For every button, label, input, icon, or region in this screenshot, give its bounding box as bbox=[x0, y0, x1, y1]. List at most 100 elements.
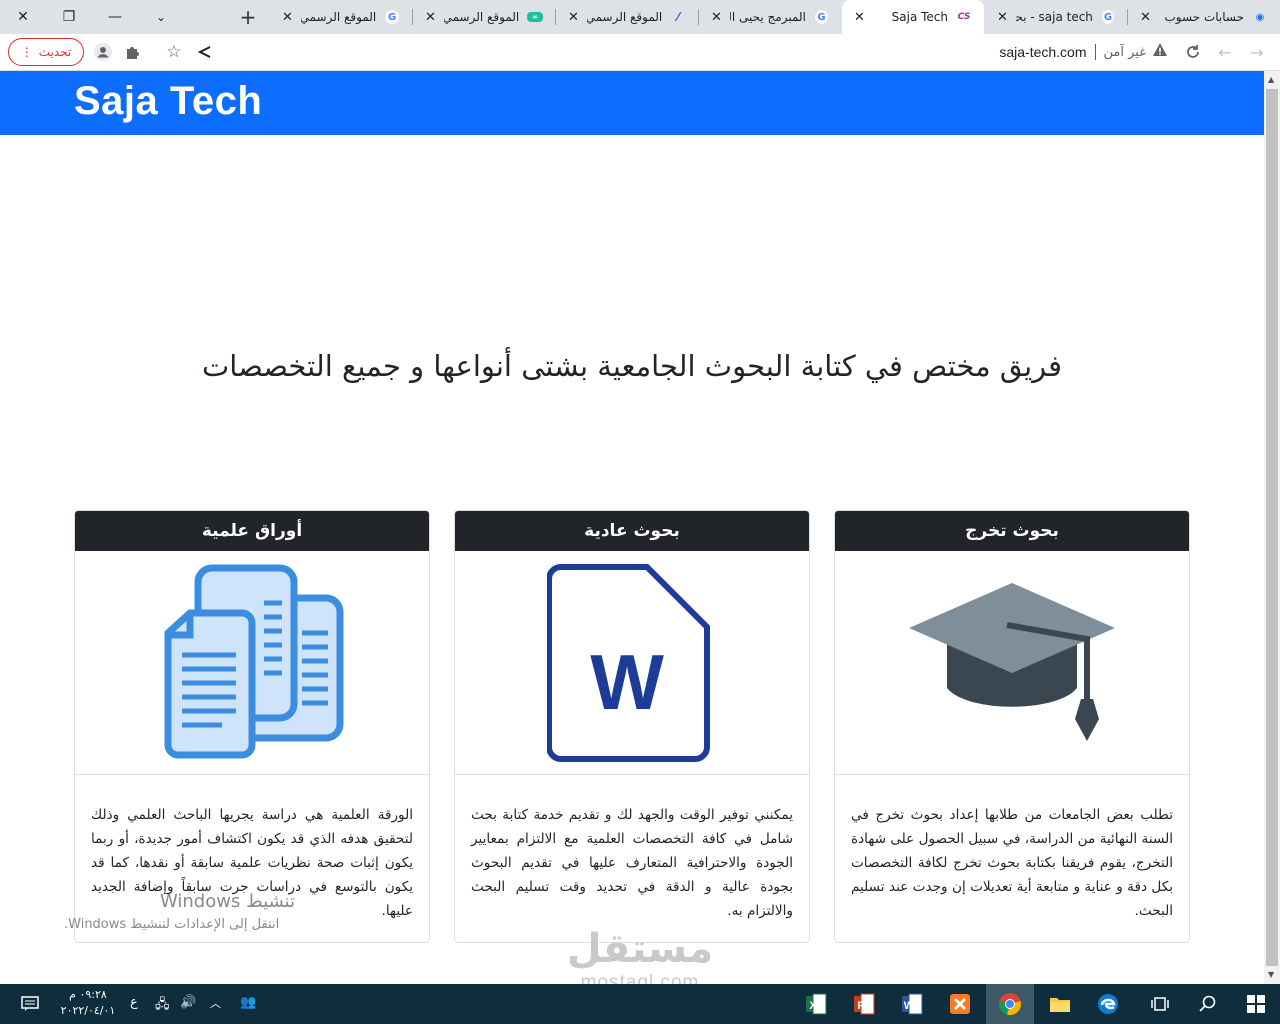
card-graduation-research: بحوث تخرج تطلب بعض الجامعات من طلابها إع… bbox=[834, 510, 1190, 943]
tab-saja-tech[interactable]: CS Saja Tech ✕ bbox=[842, 0, 984, 34]
tray-chevron-icon[interactable]: ︿ bbox=[210, 995, 221, 1011]
volume-icon[interactable]: 🔊 bbox=[180, 995, 196, 1010]
minimize-window-button[interactable]: — bbox=[92, 0, 138, 34]
browser-toolbar: تحديث ⋮ ☆ غير آمن saja-tech.com ← → bbox=[0, 34, 1280, 71]
card-text: يمكنني توفير الوقت والجهد لك و تقديم خدم… bbox=[471, 807, 793, 919]
clock-time: ٠٩:٢٨ م bbox=[69, 988, 107, 1001]
task-view-icon[interactable] bbox=[1138, 984, 1182, 1024]
scrollbar-thumb[interactable] bbox=[1266, 89, 1278, 966]
site-icon: ∞ bbox=[527, 12, 543, 22]
tab-official-site-1[interactable]: ⁄ الموقع الرسمي ✕ bbox=[556, 0, 698, 34]
tab-separator bbox=[555, 9, 556, 25]
card-regular-research: بحوث عادية W يمكنني توفير الوقت والجهد ل… bbox=[454, 510, 810, 943]
update-button[interactable]: تحديث ⋮ bbox=[8, 38, 84, 66]
page-scrollbar[interactable]: ▲ ▼ bbox=[1264, 71, 1280, 984]
close-window-button[interactable]: ✕ bbox=[0, 0, 46, 34]
google-icon: G bbox=[384, 9, 400, 25]
graduation-cap-icon bbox=[909, 582, 1115, 741]
edge-icon[interactable] bbox=[1086, 984, 1130, 1024]
google-icon: G bbox=[1100, 9, 1115, 25]
page-viewport: Saja Tech فريق مختص في كتابة البحوث الجا… bbox=[0, 71, 1264, 984]
card-title: بحوث تخرج bbox=[835, 511, 1189, 551]
card-scientific-papers: أوراق علمية الورقة العلمية هي دراسة يجري… bbox=[74, 510, 430, 943]
address-bar[interactable]: غير آمن saja-tech.com bbox=[212, 37, 1172, 67]
search-icon[interactable] bbox=[1186, 984, 1230, 1024]
close-tab-icon[interactable]: ✕ bbox=[711, 10, 730, 25]
file-explorer-icon[interactable] bbox=[1038, 984, 1082, 1024]
card-image bbox=[75, 551, 429, 775]
warning-icon[interactable] bbox=[1152, 42, 1168, 62]
card-text: تطلب بعض الجامعات من طلابها إعداد بحوث ت… bbox=[851, 807, 1173, 919]
tab-separator bbox=[1127, 9, 1128, 25]
navbar: Saja Tech bbox=[0, 71, 1264, 135]
tab-title: الموقع الرسمي bbox=[586, 10, 663, 24]
update-label: تحديث bbox=[38, 45, 72, 59]
bookmark-star-icon[interactable]: ☆ bbox=[161, 39, 187, 65]
reload-icon[interactable] bbox=[1180, 39, 1206, 65]
tab-google-search[interactable]: G saja tech - بحث ✕ bbox=[985, 0, 1127, 34]
hero-heading: فريق مختص في كتابة البحوث الجامعية بشتى … bbox=[201, 349, 1063, 383]
url-text[interactable]: saja-tech.com bbox=[999, 44, 1086, 60]
close-tab-icon[interactable]: ✕ bbox=[282, 10, 301, 25]
svg-text:W: W bbox=[904, 1000, 915, 1012]
activation-title: تنشيط Windows bbox=[160, 891, 296, 912]
hsoub-icon: ◉ bbox=[1255, 11, 1265, 23]
tab-programmer[interactable]: G المبرمج يحيى الـ ✕ bbox=[699, 0, 841, 34]
tab-hsoub[interactable]: ◉ حسابات حسوب ✕ bbox=[1128, 0, 1280, 34]
card-image: W bbox=[455, 551, 809, 775]
scroll-down-icon[interactable]: ▼ bbox=[1268, 970, 1274, 979]
documents-icon bbox=[164, 564, 344, 758]
chrome-icon[interactable] bbox=[986, 984, 1034, 1024]
scroll-up-icon[interactable]: ▲ bbox=[1268, 75, 1274, 84]
tab-title: الموقع الرسمي bbox=[300, 10, 377, 24]
windows-start-icon[interactable] bbox=[1234, 984, 1278, 1024]
svg-text:P: P bbox=[857, 1000, 864, 1012]
tab-separator bbox=[698, 9, 699, 25]
divider bbox=[1094, 44, 1096, 60]
tab-official-site-3[interactable]: G الموقع الرسمي ✕ bbox=[270, 0, 412, 34]
windows-taskbar: ٠٩:٢٨ م ٢٠٢٢/٠٤/٠١ ع 🖧 🔊 ︿ 👥 X P W bbox=[0, 984, 1280, 1024]
new-tab-button[interactable]: + bbox=[236, 5, 260, 29]
extensions-icon[interactable] bbox=[120, 39, 146, 65]
powerpoint-icon[interactable]: P bbox=[842, 984, 886, 1024]
mostaql-watermark: مستقل mostaql.com bbox=[560, 926, 720, 984]
tab-title: حسابات حسوب bbox=[1164, 10, 1244, 24]
clock-date: ٢٠٢٢/٠٤/٠١ bbox=[60, 1004, 116, 1017]
profile-icon[interactable] bbox=[90, 39, 116, 65]
notifications-icon[interactable] bbox=[10, 984, 50, 1024]
tab-search-button[interactable]: ⌄ bbox=[138, 0, 184, 34]
wordpress-icon: ⁄ bbox=[677, 10, 680, 24]
xampp-icon[interactable] bbox=[938, 984, 982, 1024]
restore-window-button[interactable]: ❐ bbox=[46, 0, 92, 34]
forward-arrow-icon[interactable]: ← bbox=[1212, 39, 1238, 65]
google-icon: G bbox=[813, 9, 829, 25]
svg-text:X: X bbox=[809, 1000, 817, 1012]
close-tab-icon[interactable]: ✕ bbox=[568, 10, 587, 25]
back-arrow-icon[interactable]: → bbox=[1244, 39, 1270, 65]
close-tab-icon[interactable]: ✕ bbox=[1140, 10, 1159, 25]
people-icon[interactable]: 👥 bbox=[240, 995, 256, 1010]
word-icon[interactable]: W bbox=[890, 984, 934, 1024]
tab-title: المبرمج يحيى الـ bbox=[729, 10, 806, 24]
css-icon: CS bbox=[957, 12, 971, 22]
close-tab-icon[interactable]: ✕ bbox=[425, 10, 444, 25]
card-title: بحوث عادية bbox=[455, 511, 809, 551]
more-menu-icon: ⋮ bbox=[20, 45, 33, 59]
tab-strip: ✕ ❐ — ⌄ + ◉ حسابات حسوب ✕ G saja tech - … bbox=[0, 0, 1280, 34]
tab-separator bbox=[412, 9, 413, 25]
tab-title: saja tech - بحث bbox=[1015, 10, 1093, 24]
tab-title: الموقع الرسمي bbox=[443, 10, 520, 24]
network-icon[interactable]: 🖧 bbox=[155, 995, 170, 1017]
excel-icon[interactable]: X bbox=[794, 984, 838, 1024]
security-label[interactable]: غير آمن bbox=[1104, 45, 1147, 60]
clock[interactable]: ٠٩:٢٨ م ٢٠٢٢/٠٤/٠١ bbox=[52, 987, 124, 1019]
input-language[interactable]: ع bbox=[130, 995, 138, 1010]
tab-official-site-2[interactable]: ∞ الموقع الرسمي ✕ bbox=[413, 0, 555, 34]
card-title: أوراق علمية bbox=[75, 511, 429, 551]
svg-text:W: W bbox=[590, 638, 664, 726]
close-tab-icon[interactable]: ✕ bbox=[854, 10, 873, 25]
brand-logo[interactable]: Saja Tech bbox=[74, 79, 262, 124]
watermark-arabic: مستقل bbox=[566, 926, 714, 972]
close-tab-icon[interactable]: ✕ bbox=[997, 10, 1016, 25]
activation-subtitle: انتقل إلى الإعدادات لتنشيط Windows. bbox=[64, 917, 280, 932]
